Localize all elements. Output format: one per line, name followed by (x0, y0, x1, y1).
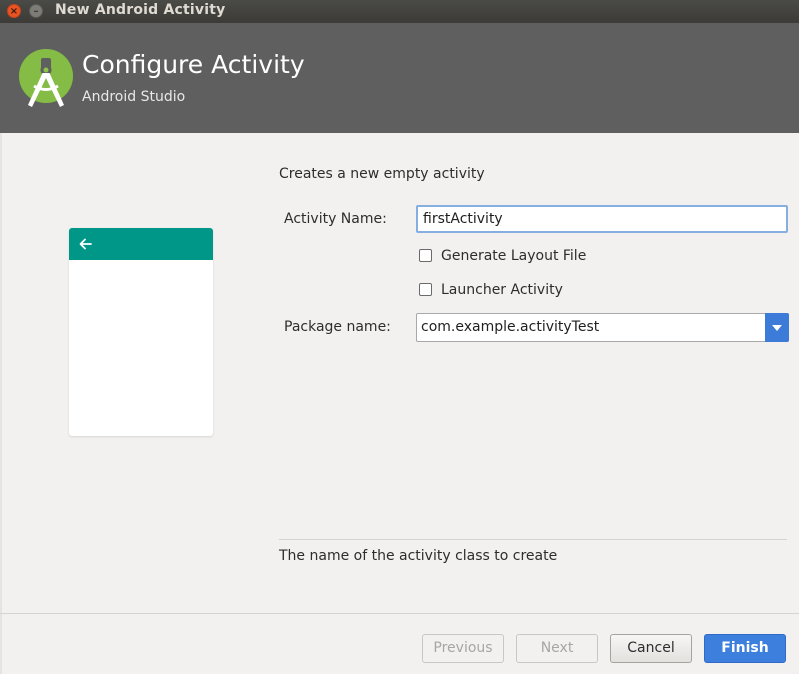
window-minimize-button[interactable]: – (29, 4, 43, 18)
generate-layout-checkbox[interactable] (419, 249, 432, 262)
window-title: New Android Activity (55, 2, 226, 18)
package-name-select[interactable]: com.example.activityTest (416, 313, 789, 342)
dropdown-button[interactable] (765, 313, 789, 342)
page-title: Configure Activity (82, 50, 305, 79)
next-button[interactable]: Next (516, 634, 598, 663)
window-close-button[interactable]: × (7, 4, 21, 18)
hint-divider (279, 539, 787, 540)
preview-toolbar (69, 228, 213, 260)
launcher-activity-checkbox[interactable] (419, 283, 432, 296)
header-banner: Configure Activity Android Studio (0, 23, 799, 133)
arrow-back-icon (79, 238, 92, 250)
field-hint: The name of the activity class to create (279, 548, 558, 564)
package-name-label: Package name: (284, 319, 391, 335)
left-edge-divider (0, 133, 2, 674)
generate-layout-label: Generate Layout File (441, 248, 587, 264)
activity-preview (69, 228, 213, 436)
package-name-value: com.example.activityTest (421, 319, 600, 335)
template-description: Creates a new empty activity (279, 166, 485, 182)
finish-button[interactable]: Finish (704, 634, 786, 663)
launcher-activity-label: Launcher Activity (441, 282, 563, 298)
cancel-button[interactable]: Cancel (610, 634, 692, 663)
chevron-down-icon (772, 325, 782, 331)
android-studio-logo-icon (19, 49, 73, 107)
previous-button[interactable]: Previous (422, 634, 504, 663)
activity-name-label: Activity Name: (284, 211, 387, 227)
footer-divider (0, 613, 799, 614)
activity-name-input[interactable] (416, 205, 788, 233)
window-titlebar[interactable]: × – New Android Activity (0, 0, 799, 23)
page-subtitle: Android Studio (82, 89, 186, 105)
